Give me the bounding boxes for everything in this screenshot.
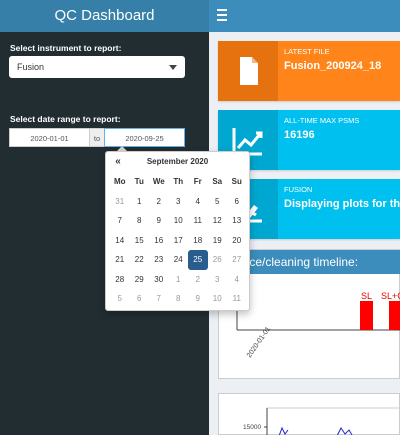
weekday-header: Tu [134, 177, 144, 186]
next-month-button[interactable] [225, 152, 249, 172]
datepicker-popup: « September 2020 Mo Tu We Th Fr Sa Su 31 1 2 3 4 5 6 7… [105, 146, 250, 311]
infobox-label: FUSION [284, 185, 313, 194]
calendar-day[interactable]: 9 [149, 211, 169, 231]
calendar-day[interactable]: 22 [130, 250, 150, 270]
calendar-day[interactable]: 31 [110, 192, 130, 212]
calendar-day[interactable]: 11 [227, 289, 247, 309]
date-end-input[interactable]: 2020-09-25 [104, 128, 185, 147]
infobox-latest-file: LATEST FILE Fusion_200924_18 [218, 41, 400, 101]
y-tick-label: 15000 [243, 424, 261, 431]
calendar-day[interactable]: 6 [130, 289, 150, 309]
calendar-day[interactable]: 5 [110, 289, 130, 309]
instrument-label: Select instrument to report: [10, 43, 122, 53]
hamburger-menu-icon[interactable] [217, 9, 227, 23]
weekday-header: Sa [212, 177, 223, 186]
calendar-day[interactable]: 16 [149, 231, 169, 251]
calendar-day[interactable]: 7 [110, 211, 130, 231]
calendar-day[interactable]: 19 [208, 231, 228, 251]
psm-chart-panel: 15000 [218, 393, 400, 435]
calendar-day[interactable]: 10 [169, 211, 189, 231]
infobox-value: 16196 [284, 129, 315, 141]
calendar-day[interactable]: 21 [110, 250, 130, 270]
calendar-day[interactable]: 17 [169, 231, 189, 251]
infobox-label: LATEST FILE [284, 47, 330, 56]
timeline-bar [389, 301, 400, 330]
infobox-label: ALL-TIME MAX PSMS [284, 116, 360, 125]
caret-down-icon [169, 65, 177, 70]
calendar-day[interactable]: 8 [130, 211, 150, 231]
calendar-day[interactable]: 26 [208, 250, 228, 270]
infobox-value: Displaying plots for the [284, 198, 400, 210]
calendar-day[interactable]: 28 [110, 270, 130, 290]
date-start-input[interactable]: 2020-01-01 [9, 128, 90, 147]
timeline-marker: SL+C [381, 291, 400, 301]
calendar-day[interactable]: 3 [169, 192, 189, 212]
calendar-day[interactable]: 8 [169, 289, 189, 309]
calendar-day[interactable]: 3 [208, 270, 228, 290]
calendar-day[interactable]: 20 [227, 231, 247, 251]
calendar-day[interactable]: 24 [169, 250, 189, 270]
date-range-input: 2020-01-01 to 2020-09-25 [9, 128, 185, 147]
calendar-day[interactable]: 10 [208, 289, 228, 309]
calendar-day[interactable]: 13 [227, 211, 247, 231]
timeline-bar [360, 301, 373, 330]
weekday-header: Fr [193, 177, 202, 186]
instrument-select-value: Fusion [17, 62, 45, 72]
calendar-day[interactable]: 15 [130, 231, 150, 251]
date-range-label: Select date range to report: [10, 114, 121, 124]
top-navbar [209, 0, 400, 32]
calendar-day[interactable]: 5 [208, 192, 228, 212]
calendar-day[interactable]: 4 [227, 270, 247, 290]
calendar-day[interactable]: 2 [188, 270, 208, 290]
calendar-day[interactable]: 4 [188, 192, 208, 212]
instrument-select[interactable]: Fusion [9, 56, 185, 78]
calendar-day[interactable]: 9 [188, 289, 208, 309]
calendar-day[interactable]: 1 [130, 192, 150, 212]
calendar-day[interactable]: 2 [149, 192, 169, 212]
calendar-day[interactable]: 18 [188, 231, 208, 251]
calendar-day[interactable]: 12 [208, 211, 228, 231]
app-title: QC Dashboard [0, 0, 209, 32]
infobox-value: Fusion_200924_18 [284, 60, 382, 72]
timeline-marker: SL [361, 291, 372, 301]
calendar-day[interactable]: 14 [110, 231, 130, 251]
weekday-header: Mo [113, 177, 126, 186]
file-icon [218, 41, 278, 101]
calendar-day[interactable]: 25 [188, 250, 208, 270]
calendar-day[interactable]: 23 [149, 250, 169, 270]
calendar-month-title[interactable]: September 2020 [130, 152, 225, 172]
prev-month-button[interactable]: « [106, 152, 130, 172]
calendar-day[interactable]: 30 [149, 270, 169, 290]
calendar-day[interactable]: 29 [130, 270, 150, 290]
weekday-header: We [152, 177, 165, 186]
weekday-header: Th [173, 177, 184, 186]
psm-plot: 15000 [243, 407, 400, 435]
calendar-day[interactable]: 7 [149, 289, 169, 309]
calendar-day[interactable]: 11 [188, 211, 208, 231]
calendar-day[interactable]: 1 [169, 270, 189, 290]
date-range-separator: to [90, 128, 104, 147]
calendar-day[interactable]: 27 [227, 250, 247, 270]
weekday-header: Su [231, 177, 242, 186]
calendar-day[interactable]: 6 [227, 192, 247, 212]
timeline-date-label: 2020-01-01 [246, 326, 272, 359]
